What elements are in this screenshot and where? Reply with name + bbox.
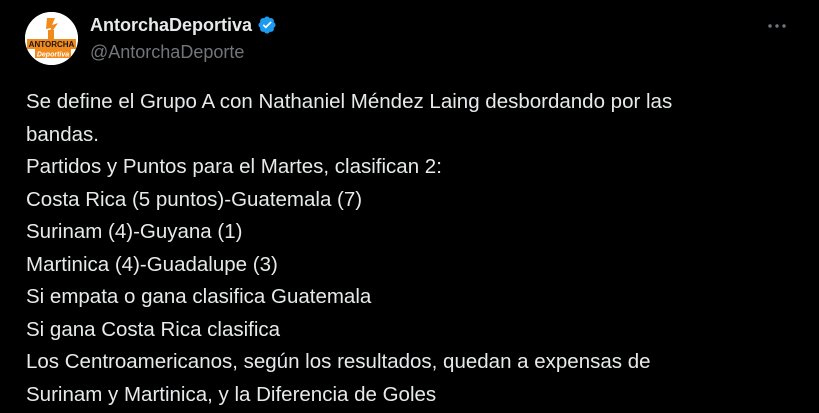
tweet-text-line: Se define el Grupo A con Nathaniel Ménde… — [26, 90, 673, 113]
tweet-text-line: Partidos y Puntos para el Martes, clasif… — [26, 155, 442, 178]
tweet-text-line: Si empata o gana clasifica Guatemala — [26, 285, 372, 308]
tweet-text-line: Surinam (4)-Guyana (1) — [26, 220, 243, 243]
tweet-text: Se define el Grupo A con Nathaniel Ménde… — [26, 86, 796, 411]
author-name-row: AntorchaDeportiva — [90, 12, 277, 38]
tweet-text-line: Surinam y Martinica, y la Diferencia de … — [26, 382, 437, 406]
author-display-name[interactable]: AntorchaDeportiva — [90, 14, 252, 36]
tweet-text-line: Si gana Costa Rica clasifica — [26, 317, 281, 341]
tweet-text-line: bandas. — [26, 122, 99, 146]
torch-logo-icon: ANTORCHA Deportiva — [25, 12, 78, 65]
more-options-icon[interactable] — [765, 14, 789, 38]
tweet-text-line: Martinica (4)-Guadalupe (3) — [26, 252, 278, 276]
verified-badge-icon — [258, 16, 276, 34]
tweet-text-line: Los Centroamericanos, según los resultad… — [26, 350, 651, 373]
avatar-brand-top: ANTORCHA — [29, 40, 75, 49]
author-handle[interactable]: @AntorchaDeporte — [90, 41, 244, 63]
tweet-text-line: Costa Rica (5 puntos)-Guatemala (7) — [26, 187, 363, 211]
avatar[interactable]: ANTORCHA Deportiva — [25, 12, 78, 65]
avatar-brand-bottom: Deportiva — [37, 52, 69, 59]
tweet-card: ANTORCHA Deportiva AntorchaDeportiva @An… — [0, 0, 819, 413]
